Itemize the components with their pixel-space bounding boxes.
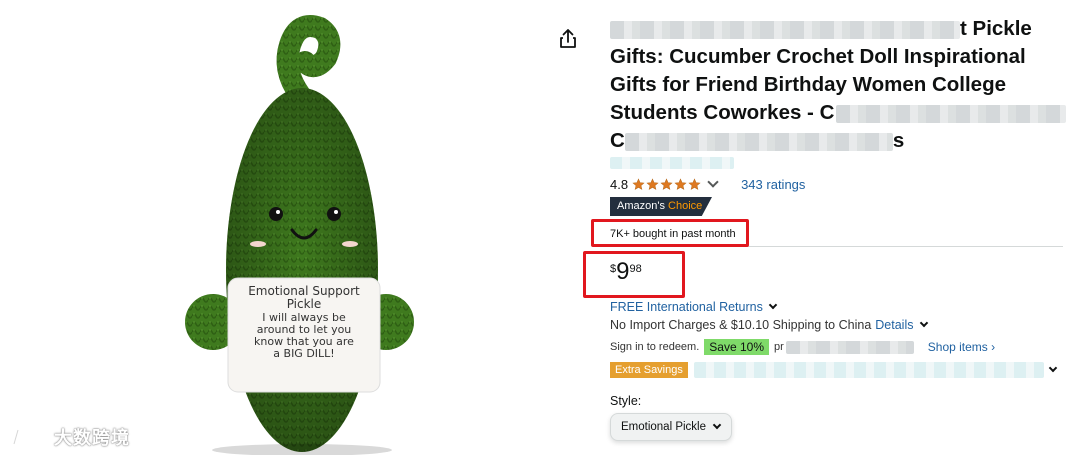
chevron-down-icon: [712, 420, 722, 430]
amazons-choice-badge: Amazon's Choice: [610, 197, 712, 216]
title-line-4-head: Students Coworkes - C: [610, 101, 835, 124]
redacted-text: [693, 362, 1044, 378]
title-line-5: Cs: [610, 127, 1070, 155]
redacted-text: [836, 104, 1067, 123]
title-line-4: Students Coworkes - C: [610, 99, 1070, 127]
import-charges: No Import Charges & $10.10 Shipping to C…: [610, 318, 928, 332]
badge-prefix: Amazon's: [617, 200, 665, 212]
title-line-5-tail: s: [892, 129, 905, 152]
rating-row: 4.8 343 ratings: [610, 175, 805, 193]
pickle-doll-image: [185, 15, 414, 455]
star-icon: [646, 177, 659, 190]
chevron-down-icon[interactable]: [1048, 363, 1058, 373]
store-link-redacted[interactable]: [610, 157, 734, 169]
style-label: Style:: [610, 394, 642, 408]
star-icon: [632, 177, 645, 190]
details-link[interactable]: Details: [875, 318, 913, 332]
title-line-2: Gifts: Cucumber Crochet Doll Inspiration…: [610, 45, 1026, 68]
star-icon: [674, 177, 687, 190]
free-returns-link[interactable]: FREE International Returns: [610, 300, 778, 314]
promo-row: Sign in to redeem. Save 10% pr Shop item…: [610, 338, 995, 356]
watermark-text: 大数跨境: [54, 428, 130, 449]
star-icon: [660, 177, 673, 190]
redacted-text: [610, 20, 960, 39]
shop-items-link[interactable]: Shop items ›: [928, 340, 995, 354]
highlight-box-price: [583, 251, 685, 298]
style-dropdown[interactable]: Emotional Pickle: [610, 413, 732, 441]
watermark: 大数跨境: [10, 424, 130, 450]
title-line-5-head: C: [610, 129, 625, 152]
promo-text: pr: [773, 341, 784, 353]
extra-savings-row[interactable]: Extra Savings: [610, 361, 1058, 379]
watermark-logo-icon: [12, 428, 49, 446]
signin-to-redeem: Sign in to redeem.: [610, 341, 700, 353]
star-rating[interactable]: [632, 177, 701, 191]
style-selected-value: Emotional Pickle: [621, 421, 707, 433]
card-heading-2: Pickle: [286, 297, 322, 311]
chevron-down-icon: [768, 300, 778, 310]
save-percent-chip: Save 10%: [704, 339, 769, 355]
star-icon: [688, 177, 701, 190]
badge-suffix: Choice: [668, 200, 703, 212]
card-body-4: a BIG DILL!: [273, 347, 335, 360]
product-image[interactable]: Emotional Support Pickle I will always b…: [0, 0, 545, 455]
redacted-text: [624, 132, 893, 151]
title-line-3: Gifts for Friend Birthday Women College: [610, 73, 1006, 96]
title-line-1-tail: t Pickle: [960, 17, 1032, 40]
share-icon: [560, 29, 576, 48]
share-button[interactable]: [557, 28, 579, 50]
redacted-text: [785, 340, 914, 354]
returns-text: FREE International Returns: [610, 300, 763, 314]
chevron-down-icon[interactable]: [707, 176, 719, 188]
ratings-count-link[interactable]: 343 ratings: [741, 177, 805, 192]
chevron-down-icon[interactable]: [919, 318, 928, 328]
title-line-1: t Pickle: [610, 15, 1070, 43]
import-charges-text: No Import Charges & $10.10 Shipping to C…: [610, 318, 872, 332]
extra-savings-badge: Extra Savings: [610, 362, 688, 378]
rating-value: 4.8: [610, 176, 629, 192]
highlight-box-bought: [591, 219, 749, 247]
gift-card: Emotional Support Pickle I will always b…: [228, 285, 380, 360]
product-title: t Pickle Gifts: Cucumber Crochet Doll In…: [610, 15, 1070, 155]
